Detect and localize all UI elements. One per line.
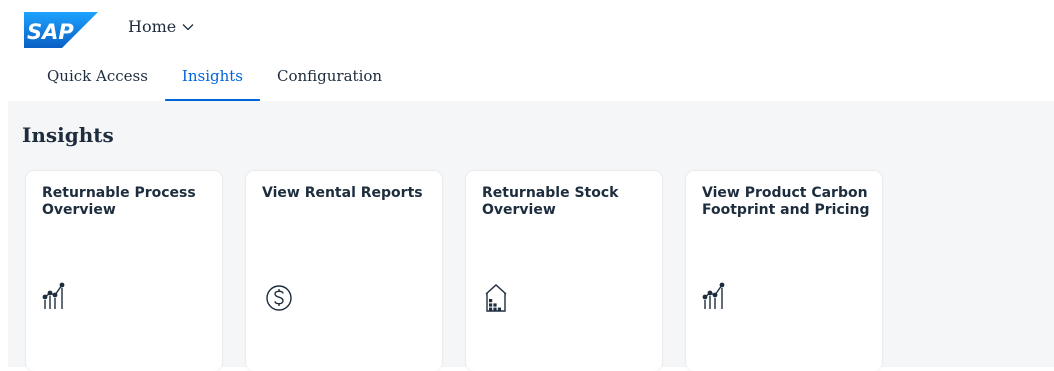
tile-title: Returnable Process Overview [42, 185, 196, 218]
chevron-down-icon [182, 23, 194, 30]
sap-logo[interactable]: SAP [24, 12, 98, 48]
tab-quick-access[interactable]: Quick Access [30, 60, 165, 101]
line-chart-icon [702, 281, 736, 315]
section-title: Insights [22, 123, 114, 147]
warehouse-icon [482, 281, 516, 315]
tile-view-product-carbon-footprint[interactable]: View Product Carbon Footprint and Pricin… [686, 171, 882, 371]
tile-title: View Product Carbon Footprint and Pricin… [702, 185, 870, 218]
sap-logo-text: SAP [27, 20, 74, 44]
shell-header: SAP Home Quick Access Insights Configura… [0, 0, 1054, 102]
tile-returnable-process-overview[interactable]: Returnable Process Overview [26, 171, 222, 371]
insights-section: Insights Returnable Process Overview Vie… [8, 101, 1054, 371]
line-chart-icon [42, 281, 76, 315]
tile-returnable-stock-overview[interactable]: Returnable Stock Overview [466, 171, 662, 371]
dollar-circle-icon [262, 281, 296, 315]
tab-bar: Quick Access Insights Configuration [30, 60, 399, 102]
home-menu-button[interactable]: Home [128, 17, 194, 36]
tab-configuration[interactable]: Configuration [260, 60, 399, 101]
home-menu-label: Home [128, 17, 177, 36]
tab-insights[interactable]: Insights [164, 60, 261, 102]
tile-title: Returnable Stock Overview [482, 185, 619, 218]
tile-title: View Rental Reports [262, 185, 423, 201]
tile-view-rental-reports[interactable]: View Rental Reports [246, 171, 442, 371]
